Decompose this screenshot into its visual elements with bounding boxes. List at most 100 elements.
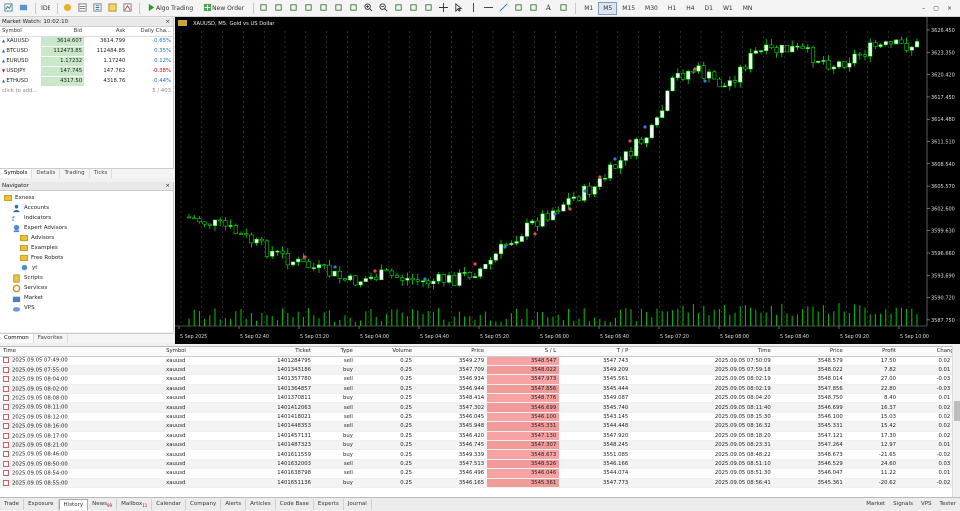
navigator-item-expert-advisors[interactable]: Expert Advisors bbox=[0, 223, 173, 233]
navigator-item-accounts[interactable]: Accounts bbox=[0, 203, 173, 213]
market-watch-row[interactable]: ▲ XAUUSD 3614.607 3614.799 0.65% bbox=[0, 36, 173, 47]
history-row[interactable]: 2025.09.05 08:04:00 xauusd 1401357780 sell 0… bbox=[0, 374, 960, 385]
history-header-0[interactable]: Time bbox=[0, 347, 164, 357]
toolbox-tab-exposure[interactable]: Exposure bbox=[24, 498, 59, 510]
zoom-out-button[interactable] bbox=[377, 2, 390, 15]
bars-button[interactable] bbox=[317, 2, 330, 15]
add-symbol-cell[interactable]: click to add... bbox=[0, 86, 128, 97]
history-header-7[interactable]: T / P bbox=[559, 347, 632, 357]
market-watch-row[interactable]: ▲ ETHUSD 4317.50 4318.76 0.44% bbox=[0, 76, 173, 87]
link-vps[interactable]: VPS bbox=[917, 501, 936, 507]
close-icon[interactable]: × bbox=[165, 182, 173, 190]
timeframe-m15-button[interactable]: M15 bbox=[617, 2, 640, 15]
history-header-3[interactable]: Type bbox=[313, 347, 356, 357]
tab-ticks[interactable]: Ticks bbox=[90, 169, 113, 178]
crosshair-button[interactable] bbox=[437, 2, 450, 15]
history-header-8[interactable]: Time bbox=[631, 347, 774, 357]
history-header-9[interactable]: Price bbox=[773, 347, 846, 357]
timeframe-h4-button[interactable]: H4 bbox=[681, 2, 699, 15]
history-row[interactable]: 2025.09.05 07:49:00 xauusd 1401284795 sell 0… bbox=[0, 356, 960, 366]
trendline-button[interactable] bbox=[497, 2, 510, 15]
navigator-item-yt[interactable]: yt bbox=[0, 263, 173, 273]
history-row[interactable]: 2025.09.05 08:50:00 xauusd 1401632003 sell 0… bbox=[0, 459, 960, 470]
history-row[interactable]: 2025.09.05 08:54:00 xauusd 1401638798 sell 0… bbox=[0, 468, 960, 479]
navigator-item-scripts[interactable]: Scripts bbox=[0, 273, 173, 283]
text-button[interactable]: A bbox=[542, 2, 555, 15]
navigator-item-indicators[interactable]: f Indicators bbox=[0, 213, 173, 223]
navigator-item-vps[interactable]: VPS bbox=[0, 303, 173, 313]
shift-button[interactable] bbox=[422, 2, 435, 15]
cursor-button[interactable] bbox=[452, 2, 465, 15]
data-window-button[interactable] bbox=[106, 2, 119, 15]
grid-button[interactable] bbox=[392, 2, 405, 15]
tab-common[interactable]: Common bbox=[0, 334, 34, 343]
toolbox-tab-calendar[interactable]: Calendar bbox=[152, 498, 187, 510]
close-icon[interactable]: × bbox=[943, 5, 956, 12]
toolbox-tab-code-base[interactable]: Code Base bbox=[276, 498, 314, 510]
market-watch-header-0[interactable]: Symbol bbox=[0, 27, 41, 37]
toolbox-tab-journal[interactable]: Journal bbox=[344, 498, 372, 510]
fibo-button[interactable] bbox=[527, 2, 540, 15]
autoscroll-button[interactable] bbox=[407, 2, 420, 15]
symbol-cell[interactable]: ▲ BTCUSD bbox=[0, 46, 41, 57]
price-chart[interactable]: 3626.450 3623.350 3620.420 3617.450 3614.480… bbox=[175, 17, 960, 344]
navigator-item-market[interactable]: Market bbox=[0, 293, 173, 303]
line-button[interactable] bbox=[347, 2, 360, 15]
scrollbar-thumb[interactable] bbox=[954, 401, 960, 421]
symbols-button[interactable] bbox=[61, 2, 74, 15]
strategy-tester-button[interactable] bbox=[121, 2, 134, 15]
toolbox-tab-alerts[interactable]: Alerts bbox=[221, 498, 247, 510]
navigator-button[interactable] bbox=[91, 2, 104, 15]
timeframe-w1-button[interactable]: W1 bbox=[718, 2, 738, 15]
timeframe-mn-button[interactable]: MN bbox=[738, 2, 758, 15]
history-row[interactable]: 2025.09.05 08:11:00 xauusd 1401412063 sell 0… bbox=[0, 402, 960, 413]
timeframe-m1-button[interactable]: M1 bbox=[579, 2, 598, 15]
tab-favorites[interactable]: Favorites bbox=[34, 334, 68, 343]
history-row[interactable]: 2025.09.05 08:21:00 xauusd 1401487323 buy 0.… bbox=[0, 440, 960, 451]
timeframe-m5-button[interactable]: M5 bbox=[598, 1, 618, 15]
new-order-button[interactable]: New Order bbox=[199, 2, 248, 15]
toolbox-tab-trade[interactable]: Trade bbox=[0, 498, 25, 510]
toolbox-tab-experts[interactable]: Experts bbox=[314, 498, 344, 510]
history-row[interactable]: 2025.09.05 08:08:00 xauusd 1401370811 buy 0.… bbox=[0, 393, 960, 404]
symbol-cell[interactable]: ▲ EURUSD bbox=[0, 56, 41, 67]
chart-down-button[interactable] bbox=[302, 2, 315, 15]
symbol-cell[interactable]: ▲ ETHUSD bbox=[0, 76, 41, 87]
market-watch-row[interactable]: ▲ EURUSD 1.17232 1.17240 0.12% bbox=[0, 56, 173, 67]
shapes-button[interactable] bbox=[557, 2, 570, 15]
toolbox-tab-mailbox[interactable]: Mailbox11 bbox=[117, 498, 153, 510]
history-row[interactable]: 2025.09.05 08:02:00 xauusd 1401364857 sell 0… bbox=[0, 384, 960, 395]
tab-details[interactable]: Details bbox=[32, 169, 61, 178]
history-row[interactable]: 2025.09.05 08:12:00 xauusd 1401418021 sell 0… bbox=[0, 412, 960, 423]
symbol-cell[interactable]: ▼ USDJPY bbox=[0, 66, 41, 77]
candles-button[interactable] bbox=[332, 2, 345, 15]
tab-trading[interactable]: Trading bbox=[60, 169, 90, 178]
link-signals[interactable]: Signals bbox=[889, 501, 917, 507]
timeframe-m30-button[interactable]: M30 bbox=[640, 2, 663, 15]
zoom-in-button[interactable] bbox=[362, 2, 375, 15]
chart-up-button[interactable] bbox=[287, 2, 300, 15]
market-watch-header-3[interactable]: Daily Cha... bbox=[127, 27, 173, 37]
algo-trading-button[interactable]: Algo Trading bbox=[143, 2, 197, 15]
depth-button[interactable] bbox=[272, 2, 285, 15]
history-row[interactable]: 2025.09.05 08:55:00 xauusd 1401651136 buy 0.… bbox=[0, 478, 960, 488]
history-header-6[interactable]: S / L bbox=[487, 347, 560, 357]
market-watch-row[interactable]: ▼ USDJPY 147.745 147.762 -0.38% bbox=[0, 66, 173, 77]
market-watch-button[interactable] bbox=[76, 2, 89, 15]
toolbox-tab-news[interactable]: News99 bbox=[88, 498, 118, 510]
navigator-item-exness[interactable]: Exness bbox=[0, 193, 173, 203]
history-header-10[interactable]: Profit bbox=[845, 347, 899, 357]
market-watch-header-1[interactable]: Bid bbox=[40, 27, 85, 37]
history-row[interactable]: 2025.09.05 07:55:00 xauusd 1401343186 buy 0.… bbox=[0, 365, 960, 376]
history-row[interactable]: 2025.09.05 08:17:00 xauusd 1401457131 buy 0.… bbox=[0, 431, 960, 442]
toolbox-tab-history[interactable]: History bbox=[58, 498, 89, 510]
navigator-item-advisors[interactable]: Advisors bbox=[0, 233, 173, 243]
link-tester[interactable]: Tester bbox=[936, 501, 960, 507]
history-header-5[interactable]: Price bbox=[415, 347, 488, 357]
history-header-11[interactable]: Change bbox=[898, 347, 960, 357]
vline-button[interactable] bbox=[467, 2, 480, 15]
navigator-item-examples[interactable]: Examples bbox=[0, 243, 173, 253]
toolbox-tab-articles[interactable]: Articles bbox=[246, 498, 276, 510]
history-header-4[interactable]: Volume bbox=[355, 347, 416, 357]
restore-icon[interactable]: ▢ bbox=[929, 5, 943, 12]
